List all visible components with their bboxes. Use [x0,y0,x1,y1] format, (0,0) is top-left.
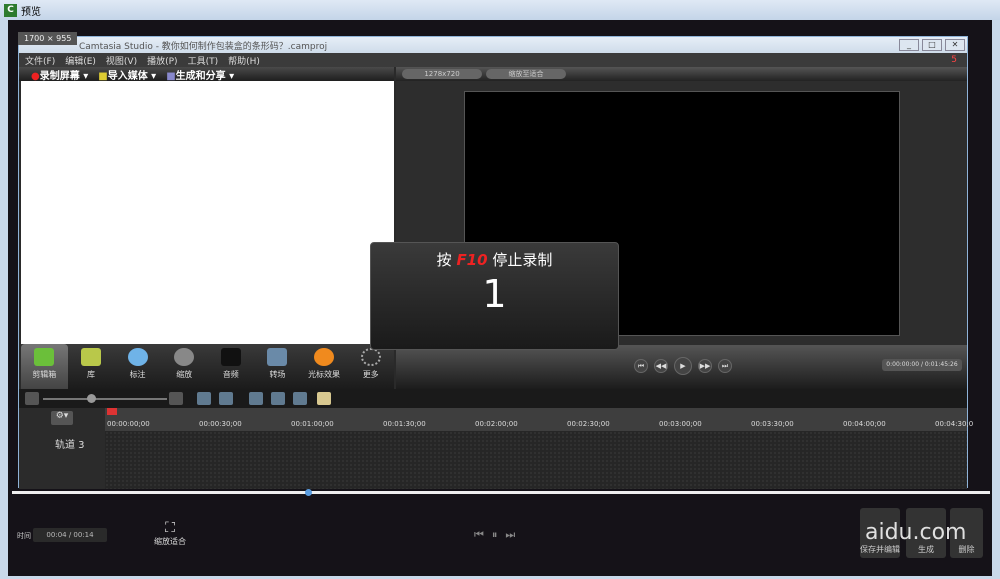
play-button[interactable]: ▶ [674,357,692,375]
next-clip-button[interactable]: ⏭ [718,359,732,373]
ruler-tick-label: 00:04:00;00 [843,420,886,428]
hotkey: F10 [456,251,488,269]
notification-badge[interactable]: 5 [951,55,957,65]
undo-button[interactable] [197,392,211,405]
cut-button[interactable] [249,392,263,405]
zoom-dropdown[interactable]: 缩放至适合 [486,69,566,79]
prev-clip-button[interactable]: ⏮ [634,359,648,373]
recording-countdown-overlay: 按 F10 停止录制 1 [370,242,619,350]
tab-callouts[interactable]: 标注 [114,344,161,389]
player-controls: ⏮ ◀◀ ▶ ▶▶ ⏭ 0:00:00:00 / 0:01:45:26 [396,345,967,389]
fit-zoom-button[interactable]: ⛶ 缩放适合 [150,520,190,547]
record-icon: ● [31,70,40,82]
menu-bar: 文件(F) 编辑(E) 视图(V) 播放(P) 工具(T) 帮助(H) 5 [19,53,967,67]
menu-view[interactable]: 视图(V) [106,54,137,67]
zoom-in-icon[interactable] [169,392,183,405]
next-icon[interactable]: ⏭ [505,528,523,541]
split-button[interactable] [271,392,285,405]
menu-play[interactable]: 播放(P) [147,54,177,67]
tab-library[interactable]: 库 [68,344,115,389]
main-toolbar: ●录制屏幕 ▾ ■导入媒体 ▾ ■生成和分享 ▾ [19,67,394,82]
time-label: 时间 [17,532,31,540]
paste-button[interactable] [317,392,331,405]
task-tabs: 剪辑箱 库 标注 缩放 音频 转场 光标效果 更多 [21,344,394,389]
import-media-button[interactable]: ■导入媒体 ▾ [98,67,156,82]
fast-forward-button[interactable]: ▶▶ [698,359,712,373]
track-label: 轨道 3 [55,440,85,451]
time-display: 00:04 / 00:14 [33,528,107,542]
close-button[interactable]: ✕ [945,39,965,51]
playhead[interactable] [107,408,117,415]
timecode-display: 0:00:00:00 / 0:01:45:26 [882,359,962,371]
ruler-tick-label: 00:00:00;00 [107,420,150,428]
tab-clip-bin[interactable]: 剪辑箱 [21,344,68,389]
ruler-tick-label: 00:02:00;00 [475,420,518,428]
seek-bar[interactable] [12,491,990,494]
track-headers: ⚙▾ 轨道 3 [19,408,105,489]
maximize-button[interactable]: □ [922,39,942,51]
ruler-tick-label: 00:02:30;00 [567,420,610,428]
film-icon [34,348,55,366]
zoom-slider-thumb[interactable] [87,394,96,403]
tab-zoom[interactable]: 缩放 [161,344,208,389]
playback-controls: ⏮⏸⏭ [474,528,523,542]
ruler-tick-label: 00:01:00;00 [291,420,334,428]
track-3-lane[interactable] [105,431,967,489]
preview-toolbar: 1278x720 缩放至适合 [396,67,967,81]
minimize-button[interactable]: _ [899,39,919,51]
magnifier-icon [174,348,195,366]
ruler-tick-label: 00:01:30;00 [383,420,426,428]
produce-icon: ■ [166,70,176,82]
previous-icon[interactable]: ⏮ [474,528,492,541]
camtasia-titlebar: Camtasia Studio - 教你如何制作包装盒的条形码？.camproj [19,37,967,53]
cursor-effect-icon [314,348,335,366]
window-title: 预览 [21,6,41,18]
menu-file[interactable]: 文件(F) [25,54,55,67]
ruler-tick-label: 00:03:00;00 [659,420,702,428]
library-icon [80,348,101,366]
fit-icon: ⛶ [165,520,175,536]
watermark: aidu.com [865,520,967,545]
stop-hint: 按 F10 停止录制 [436,251,553,269]
ruler-tick-label: 00:03:30;00 [751,420,794,428]
menu-edit[interactable]: 编辑(E) [65,54,96,67]
record-screen-button[interactable]: ●录制屏幕 ▾ [31,67,88,82]
rewind-button[interactable]: ◀◀ [654,359,668,373]
menu-help[interactable]: 帮助(H) [228,54,260,67]
produce-share-button[interactable]: ■生成和分享 ▾ [166,67,234,82]
pause-icon[interactable]: ⏸ [492,528,506,541]
transition-icon [267,348,288,366]
tab-transitions[interactable]: 转场 [254,344,301,389]
menu-tools[interactable]: 工具(T) [188,54,219,67]
ruler-tick-label: 00:04:30;0 [935,420,974,428]
ruler-tick-label: 00:00:30;00 [199,420,242,428]
resolution-dropdown[interactable]: 1278x720 [402,69,482,79]
speaker-icon [220,348,241,366]
camtasia-app-icon: C [4,3,17,17]
tab-audio[interactable]: 音频 [208,344,255,389]
tab-more[interactable]: 更多 [347,344,394,389]
more-icon [360,348,381,366]
timeline-toolbar [19,389,967,408]
zoom-slider[interactable] [43,398,167,400]
clip-bin-panel [21,81,394,344]
seek-thumb[interactable] [305,489,312,496]
countdown-number: 1 [482,272,507,316]
folder-icon: ■ [98,70,108,82]
track-settings-gear-icon[interactable]: ⚙▾ [51,411,73,425]
callout-icon [127,348,148,366]
size-tooltip: 1700 × 955 [18,32,78,45]
zoom-out-icon[interactable] [25,392,39,405]
preview-window-titlebar: C 预览 [0,0,1000,20]
tab-cursor-effects[interactable]: 光标效果 [301,344,348,389]
redo-button[interactable] [219,392,233,405]
timeline-ruler[interactable]: 00:00:00;00 00:00:30;00 00:01:00;00 00:01:3… [105,408,973,431]
copy-button[interactable] [293,392,307,405]
